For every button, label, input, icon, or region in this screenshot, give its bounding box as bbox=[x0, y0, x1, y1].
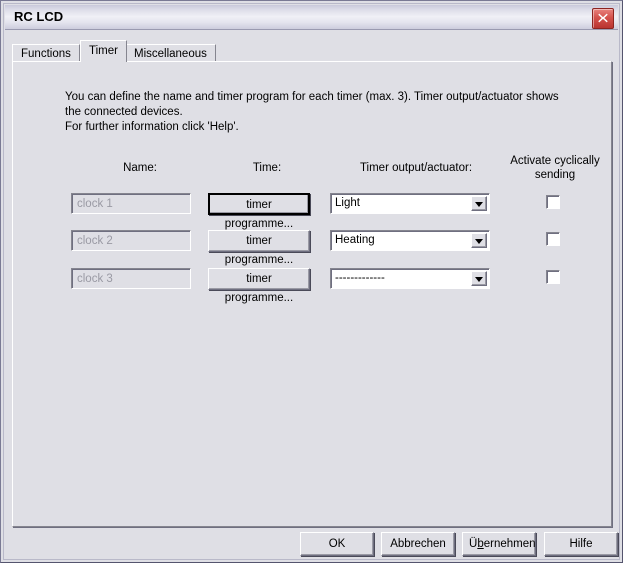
dialog-window-inner: RC LCD Functions Timer Miscellaneous You… bbox=[3, 3, 620, 560]
timer-row: timer programme... Heating bbox=[13, 230, 613, 266]
timer-actuator-value-1: Light bbox=[335, 197, 360, 209]
column-header-activate-cyclically-sending: Activate cyclically sending bbox=[505, 154, 605, 182]
dialog-window: RC LCD Functions Timer Miscellaneous You… bbox=[0, 0, 623, 563]
apply-button[interactable]: Übernehmen bbox=[462, 532, 536, 556]
timer-actuator-dropdown-1[interactable]: Light bbox=[330, 193, 490, 214]
timer-row: timer programme... ------------- bbox=[13, 268, 613, 304]
instruction-line-3: For further information click 'Help'. bbox=[65, 121, 239, 133]
column-header-name: Name: bbox=[123, 162, 157, 174]
timer-row: timer programme... Light bbox=[13, 193, 613, 230]
timer-actuator-value-2: Heating bbox=[335, 234, 375, 246]
timer-name-input-2[interactable] bbox=[71, 230, 191, 251]
apply-label-suffix: ernehmen bbox=[483, 538, 536, 550]
tab-strip: Functions Timer Miscellaneous bbox=[12, 40, 612, 62]
timer-name-input-1[interactable] bbox=[71, 193, 191, 214]
cyclic-sending-checkbox-1[interactable] bbox=[546, 195, 560, 209]
timer-programme-button-1[interactable]: timer programme... bbox=[208, 193, 310, 230]
cyclic-header-line-2: sending bbox=[534, 169, 576, 181]
help-button[interactable]: Hilfe bbox=[544, 532, 618, 556]
timer-name-input-3[interactable] bbox=[71, 268, 191, 289]
ok-button[interactable]: OK bbox=[300, 532, 374, 556]
timer-programme-button-2[interactable]: timer programme... bbox=[208, 230, 310, 266]
dialog-button-bar: OK Abbrechen Übernehmen Hilfe bbox=[4, 532, 621, 560]
cyclic-sending-checkbox-2[interactable] bbox=[546, 232, 560, 246]
window-title: RC LCD bbox=[14, 9, 64, 24]
timer-actuator-dropdown-2[interactable]: Heating bbox=[330, 230, 490, 251]
column-header-output-actuator: Timer output/actuator: bbox=[359, 162, 473, 174]
instruction-text: You can define the name and timer progra… bbox=[65, 90, 565, 135]
close-button[interactable] bbox=[592, 8, 614, 29]
close-x-icon bbox=[598, 13, 608, 23]
column-header-time: Time: bbox=[252, 162, 282, 174]
instruction-line-1: You can define the name and timer progra… bbox=[65, 91, 559, 103]
timer-programme-button-3[interactable]: timer programme... bbox=[208, 268, 310, 304]
cancel-button[interactable]: Abbrechen bbox=[381, 532, 455, 556]
tab-miscellaneous[interactable]: Miscellaneous bbox=[125, 44, 216, 62]
timer-actuator-value-3: ------------- bbox=[335, 272, 385, 284]
title-bar[interactable]: RC LCD bbox=[5, 5, 618, 30]
cyclic-header-line-1: Activate cyclically bbox=[510, 155, 600, 167]
tab-timer[interactable]: Timer bbox=[80, 40, 127, 62]
chevron-down-icon[interactable] bbox=[471, 196, 487, 211]
timer-actuator-dropdown-3[interactable]: ------------- bbox=[330, 268, 490, 289]
instruction-line-2: the connected devices. bbox=[65, 106, 183, 118]
timer-tab-panel: You can define the name and timer progra… bbox=[12, 61, 612, 527]
tab-functions[interactable]: Functions bbox=[12, 44, 80, 62]
cyclic-sending-checkbox-3[interactable] bbox=[546, 270, 560, 284]
chevron-down-icon[interactable] bbox=[471, 233, 487, 248]
chevron-down-icon[interactable] bbox=[471, 271, 487, 286]
